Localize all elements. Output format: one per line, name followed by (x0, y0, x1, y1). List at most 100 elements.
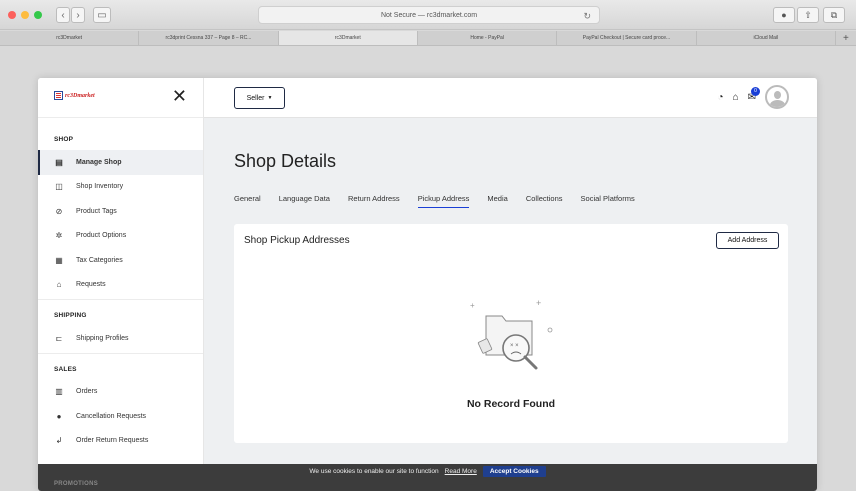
sidebar-item-requests[interactable]: ⌂ Requests (38, 273, 203, 298)
sidebar-item-icon: ● (56, 411, 62, 421)
seller-dropdown[interactable]: Seller ▼ (234, 87, 285, 109)
window-controls (8, 11, 42, 19)
content-end (234, 462, 788, 463)
topbar-icons: ◔ ⌂ ✉ 0 (718, 85, 789, 109)
browser-tab[interactable]: rc3Dmarket (278, 31, 418, 45)
sidebar-section-title: SHOP (54, 136, 74, 143)
sidebar-item-icon: ✲ (55, 231, 63, 241)
tab-media[interactable]: Media (487, 194, 507, 208)
sidebar-item-label: Manage Shop (76, 158, 122, 166)
page-title: Shop Details (234, 151, 337, 171)
sidebar-item-icon: ◫ (55, 182, 63, 192)
tab-collections[interactable]: Collections (526, 194, 563, 208)
sidebar-item-order-return-requests[interactable]: ↲ Order Return Requests (38, 429, 203, 454)
sidebar-item-label: Shipping Profiles (76, 334, 129, 342)
topbar: Seller ▼ ◔ ⌂ ✉ 0 (204, 78, 817, 118)
browser-tab[interactable]: iCloud Mail (697, 31, 836, 45)
sidebar-divider (38, 299, 203, 300)
sidebar-item-icon: ↲ (55, 436, 63, 446)
url-bar[interactable]: Not Secure — rc3dmarket.com ↻ (258, 6, 600, 24)
sidebar-item-label: Product Options (76, 232, 127, 240)
logo-text: rc3Dmarket (65, 92, 95, 99)
tab-language-data[interactable]: Language Data (279, 194, 330, 208)
back-button[interactable]: ‹ (56, 7, 70, 23)
sidebar-item-tax-categories[interactable]: ▦ Tax Categories (38, 248, 203, 273)
sidebar-section-title: SALES (54, 365, 77, 373)
cookie-banner: We use cookies to enable our site to fun… (38, 464, 817, 491)
browser-tab[interactable]: rc3dprint Cessna 337 – Page 8 – RC... (139, 31, 279, 45)
sidebar-section-promotions: PROMOTIONS (54, 481, 99, 487)
extension-icon[interactable]: ● (773, 7, 795, 23)
sidebar-item-product-options[interactable]: ✲ Product Options (38, 224, 203, 249)
sidebar-item-icon: ⌂ (56, 280, 62, 290)
sidebar: rc3Dmarket ✕ SHOP ▤ Manage Shop ◫ Shop Inven… (38, 78, 204, 491)
tab-social-platforms[interactable]: Social Platforms (581, 194, 635, 208)
tab-general[interactable]: General (234, 194, 261, 208)
sidebar-item-label: Cancellation Requests (76, 412, 147, 420)
sidebar-item-product-tags[interactable]: ⊘ Product Tags (38, 199, 203, 224)
empty-folder-illustration-icon: + + × × (470, 298, 553, 370)
sidebar-item-manage-shop[interactable]: ▤ Manage Shop (38, 150, 203, 175)
sidebar-item-icon: ▤ (55, 157, 63, 167)
sidebar-item-icon: ⊏ (55, 333, 63, 343)
sidebar-item-orders[interactable]: ▥ Orders (38, 380, 203, 405)
reload-icon[interactable]: ↻ (583, 11, 591, 22)
minimize-window-button[interactable] (21, 11, 29, 19)
accept-cookies-button[interactable]: Accept Cookies (482, 465, 546, 477)
sidebar-section-title: SHIPPING (54, 312, 87, 319)
close-sidebar-icon[interactable]: ✕ (172, 87, 187, 105)
sidebar-divider (38, 352, 203, 354)
sidebar-item-cancellation-requests[interactable]: ● Cancellation Requests (38, 404, 203, 429)
cookie-message-row: We use cookies to enable our site to fun… (38, 464, 817, 478)
read-more-link[interactable]: Read More (445, 468, 477, 475)
close-window-button[interactable] (8, 11, 16, 19)
sidebar-item-label: Requests (76, 281, 106, 289)
svg-text:× ×: × × (510, 343, 519, 349)
sidebar-item-shipping-profiles[interactable]: ⊏ Shipping Profiles (38, 326, 203, 351)
seller-label: Seller (246, 94, 265, 102)
share-icon[interactable]: ⇧ (797, 7, 819, 23)
tabs-overview-icon[interactable]: ⧉ (823, 7, 845, 23)
sidebar-item-label: Product Tags (76, 207, 117, 215)
browser-tab[interactable]: rc3Dmarket (0, 31, 140, 45)
logo-icon (54, 91, 63, 100)
add-address-button[interactable]: Add Address (716, 232, 779, 249)
svg-text:+: + (470, 301, 475, 310)
pickup-address-card: Shop Pickup Addresses Add Address + + × … (234, 224, 788, 443)
sidebar-item-label: Shop Inventory (76, 183, 124, 191)
sidebar-item-label: Orders (76, 388, 98, 396)
sidebar-item-label: Order Return Requests (76, 437, 149, 445)
card-title: Shop Pickup Addresses (244, 235, 350, 246)
url-text: Not Secure — rc3dmarket.com (380, 11, 478, 19)
forward-button[interactable]: › (71, 7, 85, 23)
sidebar-item-shop-inventory[interactable]: ◫ Shop Inventory (38, 175, 203, 200)
notification-badge: 0 (751, 86, 760, 96)
browser-tab[interactable]: Home - PayPal (418, 31, 558, 45)
caret-down-icon: ▼ (267, 95, 273, 101)
app-window: rc3Dmarket ✕ SHOP ▤ Manage Shop ◫ Shop Inven… (38, 78, 817, 491)
cookie-text: We use cookies to enable our site to fun… (309, 467, 439, 475)
home-icon[interactable]: ⌂ (733, 92, 739, 103)
avatar[interactable] (765, 85, 789, 109)
messages-icon[interactable]: ✉ 0 (748, 86, 760, 103)
maximize-window-button[interactable] (34, 11, 42, 19)
sidebar-toggle-icon[interactable]: ▭ (93, 7, 111, 23)
browser-tab[interactable]: PayPal Checkout | Secure card proce... (557, 31, 697, 45)
sidebar-item-icon: ▥ (55, 387, 63, 397)
sidebar-item-icon: ▦ (55, 255, 63, 265)
sidebar-item-label: Tax Categories (76, 256, 123, 264)
sidebar-header: rc3Dmarket ✕ (38, 78, 203, 118)
browser-titlebar: ‹ › ▭ Not Secure — rc3dmarket.com ↻ ● ⇧ … (0, 0, 856, 30)
svg-text:+: + (536, 298, 541, 308)
dashboard-gauge-icon[interactable]: ◔ (718, 92, 724, 103)
new-tab-button[interactable]: + (836, 31, 856, 45)
logo[interactable]: rc3Dmarket (54, 91, 95, 100)
tab-pickup-address[interactable]: Pickup Address (417, 194, 470, 208)
browser-tabbar: rc3Dmarket rc3dprint Cessna 337 – Page 8 … (0, 31, 856, 46)
shop-tabs: General Language Data Return Address Pickup… (234, 194, 635, 208)
empty-state-text: No Record Found (466, 398, 556, 410)
sidebar-nav: SHOP ▤ Manage Shop ◫ Shop Inventory ⊘ Product … (38, 118, 203, 453)
main-content: Seller ▼ ◔ ⌂ ✉ 0 Shop Details General Lan… (204, 78, 817, 491)
sidebar-item-icon: ⊘ (55, 206, 63, 216)
tab-return-address[interactable]: Return Address (348, 194, 400, 208)
